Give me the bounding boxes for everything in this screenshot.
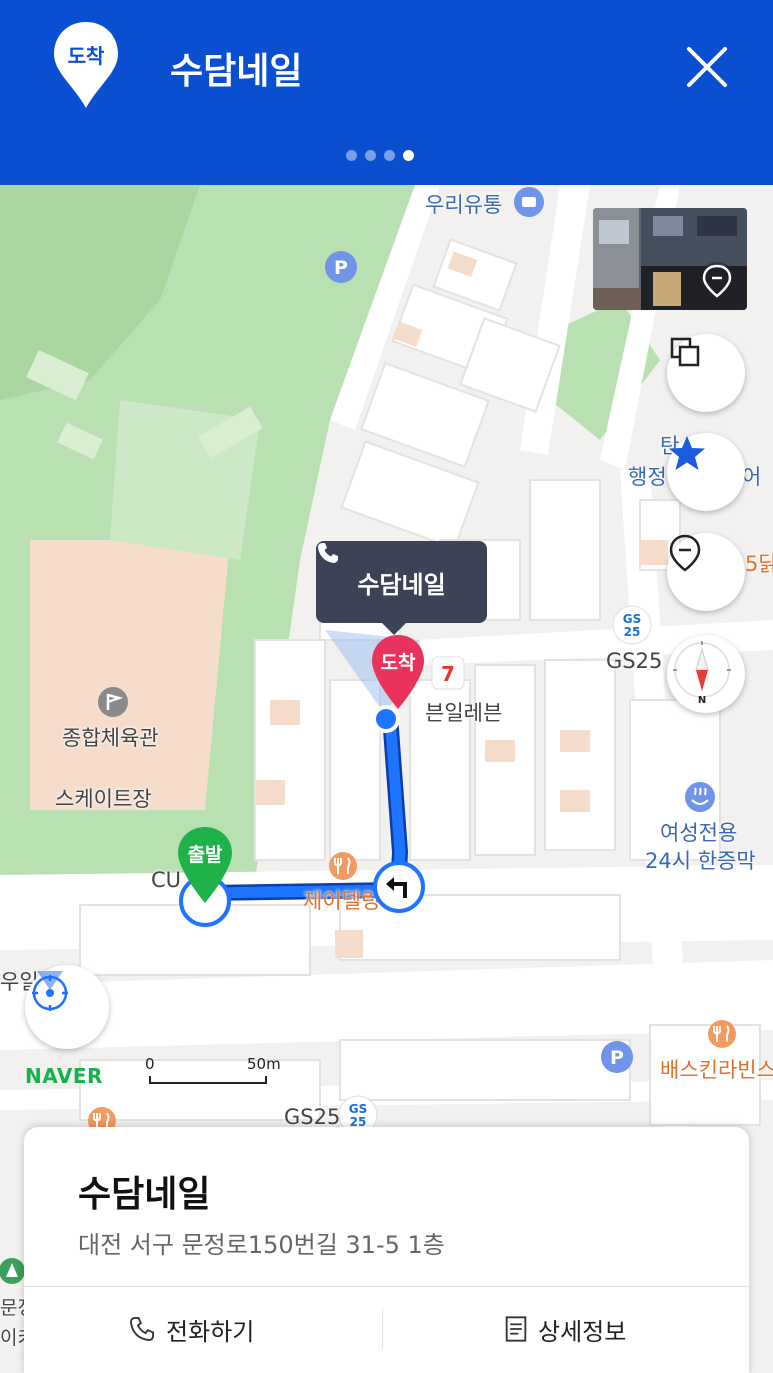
- card-divider: [24, 1286, 749, 1287]
- page-indicator: [346, 150, 414, 161]
- call-button[interactable]: 전화하기: [128, 1307, 254, 1351]
- page-dot[interactable]: [346, 150, 357, 161]
- poi-label[interactable]: 어: [742, 461, 761, 491]
- svg-text:P: P: [334, 257, 348, 279]
- compass-north-label: N: [698, 695, 706, 705]
- star-icon: [669, 436, 705, 470]
- landmark-icon[interactable]: [96, 685, 130, 719]
- svg-text:GS: GS: [349, 1102, 368, 1116]
- poi-label[interactable]: 븐일레븐: [425, 697, 502, 727]
- place-card[interactable]: 수담네일 대전 서구 문정로150번길 31-5 1층 전화하기 상세정보: [24, 1127, 749, 1373]
- compass-icon: N: [673, 641, 731, 705]
- poi-label[interactable]: 5닭: [745, 548, 773, 578]
- arrival-badge-icon: 도착: [52, 20, 120, 110]
- place-name: 수담네일: [78, 1174, 211, 1215]
- call-button-label: 전화하기: [166, 1317, 255, 1346]
- my-location-icon: [32, 971, 68, 1011]
- departure-pin-icon[interactable]: 출발: [176, 825, 234, 927]
- poi-label[interactable]: 배스킨라빈스: [660, 1054, 773, 1084]
- phone-icon: [129, 1316, 155, 1342]
- close-icon: [687, 47, 727, 87]
- scale-end-label: 50m: [247, 1055, 281, 1073]
- destination-dot: [372, 705, 400, 733]
- poi-label[interactable]: GS25: [284, 1105, 340, 1129]
- restaurant-icon[interactable]: [706, 1018, 738, 1050]
- parking-icon[interactable]: P: [600, 1040, 634, 1074]
- poi-label[interactable]: 24시 한증막: [645, 845, 756, 875]
- arrival-badge-label: 도착: [68, 44, 105, 68]
- shop-icon[interactable]: [512, 185, 546, 219]
- page-dot-active[interactable]: [403, 150, 414, 161]
- my-location-button[interactable]: [25, 965, 109, 1049]
- scale-start-label: 0: [145, 1055, 155, 1073]
- naver-logo: NAVER: [25, 1064, 103, 1088]
- layers-button[interactable]: [667, 334, 745, 412]
- top-header: 도착 수담네일: [0, 0, 773, 185]
- close-button[interactable]: [684, 44, 730, 90]
- header-title: 수담네일: [170, 51, 303, 92]
- turn-left-icon[interactable]: [372, 860, 426, 914]
- svg-text:P: P: [610, 1047, 624, 1069]
- poi-label[interactable]: 종합체육관: [62, 722, 159, 752]
- street-view-image: [593, 208, 747, 310]
- svg-text:GS: GS: [623, 612, 642, 626]
- location-pin-icon: [669, 534, 701, 572]
- page-dot[interactable]: [365, 150, 376, 161]
- parking-icon[interactable]: P: [324, 250, 358, 284]
- scale-bar: [149, 1076, 267, 1084]
- svg-text:25: 25: [624, 625, 641, 639]
- place-address: 대전 서구 문정로150번길 31-5 1층: [78, 1231, 445, 1259]
- favorite-button[interactable]: [667, 433, 745, 511]
- restaurant-icon[interactable]: [327, 850, 359, 882]
- poi-label[interactable]: GS25: [606, 649, 662, 673]
- svg-text:7: 7: [441, 662, 455, 686]
- page-dot[interactable]: [384, 150, 395, 161]
- poi-label[interactable]: 제이델링: [303, 885, 380, 915]
- departure-pin-label: 출발: [188, 844, 223, 866]
- street-view-thumbnail[interactable]: [593, 208, 747, 310]
- document-icon: [505, 1316, 527, 1342]
- location-button[interactable]: [667, 533, 745, 611]
- poi-label[interactable]: 스케이트장: [55, 783, 152, 813]
- card-button-divider: [382, 1309, 383, 1349]
- callout-label: 수담네일: [357, 570, 446, 599]
- phone-icon[interactable]: [316, 541, 340, 565]
- detail-button[interactable]: 상세정보: [504, 1307, 626, 1351]
- arrival-pin-icon[interactable]: 도착: [370, 633, 426, 713]
- seven-eleven-icon[interactable]: 7: [430, 655, 466, 691]
- gs25-icon[interactable]: GS25: [612, 605, 652, 645]
- spa-icon[interactable]: [683, 780, 717, 814]
- detail-button-label: 상세정보: [538, 1317, 627, 1346]
- poi-label[interactable]: 행정: [628, 461, 667, 491]
- compass-button[interactable]: N: [667, 635, 745, 713]
- arrival-pin-label: 도착: [381, 652, 416, 674]
- poi-label[interactable]: 여성전용: [660, 817, 737, 847]
- poi-label[interactable]: 우리유통: [425, 189, 502, 219]
- place-callout[interactable]: 수담네일: [316, 541, 487, 635]
- layers-icon: [670, 337, 700, 367]
